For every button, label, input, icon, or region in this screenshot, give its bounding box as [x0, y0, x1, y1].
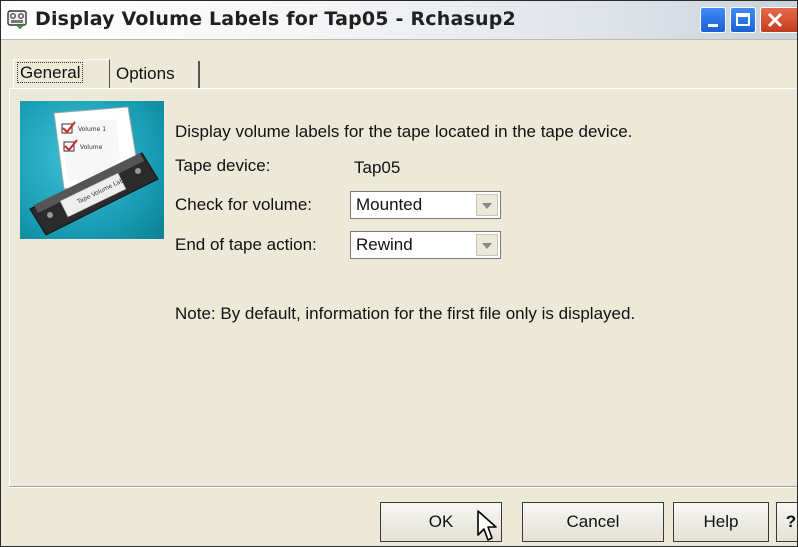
description-text: Display volume labels for the tape locat… [175, 122, 633, 141]
tape-device-value: Tap05 [354, 158, 401, 177]
end-of-tape-select[interactable]: Rewind [350, 231, 501, 259]
dialog-window: Display Volume Labels for Tap05 - Rchasu… [0, 0, 798, 547]
tab-options[interactable]: Options [112, 61, 200, 88]
app-icon [7, 10, 27, 29]
tape-cassette-icon: Volume 1 Volume Tape Volume Label [29, 106, 159, 236]
minimize-icon [708, 24, 718, 27]
tab-general[interactable]: General [13, 59, 110, 88]
image-item-2: Volume [80, 144, 103, 151]
tab-options-label: Options [116, 64, 175, 83]
tape-volume-image: Volume 1 Volume Tape Volume Label [20, 101, 164, 239]
tab-general-label: General [16, 62, 84, 83]
end-of-tape-value: Rewind [356, 235, 413, 254]
maximize-icon [736, 13, 750, 26]
window-title: Display Volume Labels for Tap05 - Rchasu… [35, 8, 516, 30]
title-bar[interactable]: Display Volume Labels for Tap05 - Rchasu… [1, 1, 797, 40]
note-text: Note: By default, information for the fi… [175, 304, 636, 323]
image-item-1: Volume 1 [78, 126, 106, 133]
maximize-button[interactable] [730, 7, 756, 33]
whats-this-button[interactable]: ? [776, 502, 797, 542]
help-button[interactable]: Help [673, 502, 769, 542]
chevron-down-icon[interactable] [476, 234, 498, 256]
mouse-cursor-icon [477, 510, 497, 541]
close-icon [767, 12, 783, 28]
end-of-tape-label: End of tape action: [175, 235, 317, 254]
check-for-volume-value: Mounted [356, 195, 423, 214]
tape-device-label: Tape device: [175, 156, 271, 175]
check-for-volume-label: Check for volume: [175, 195, 312, 214]
minimize-button[interactable] [700, 7, 726, 33]
check-for-volume-select[interactable]: Mounted [350, 191, 501, 219]
cancel-button[interactable]: Cancel [522, 502, 664, 542]
chevron-down-icon[interactable] [476, 194, 498, 216]
button-separator [9, 486, 797, 488]
close-button[interactable] [760, 7, 797, 33]
